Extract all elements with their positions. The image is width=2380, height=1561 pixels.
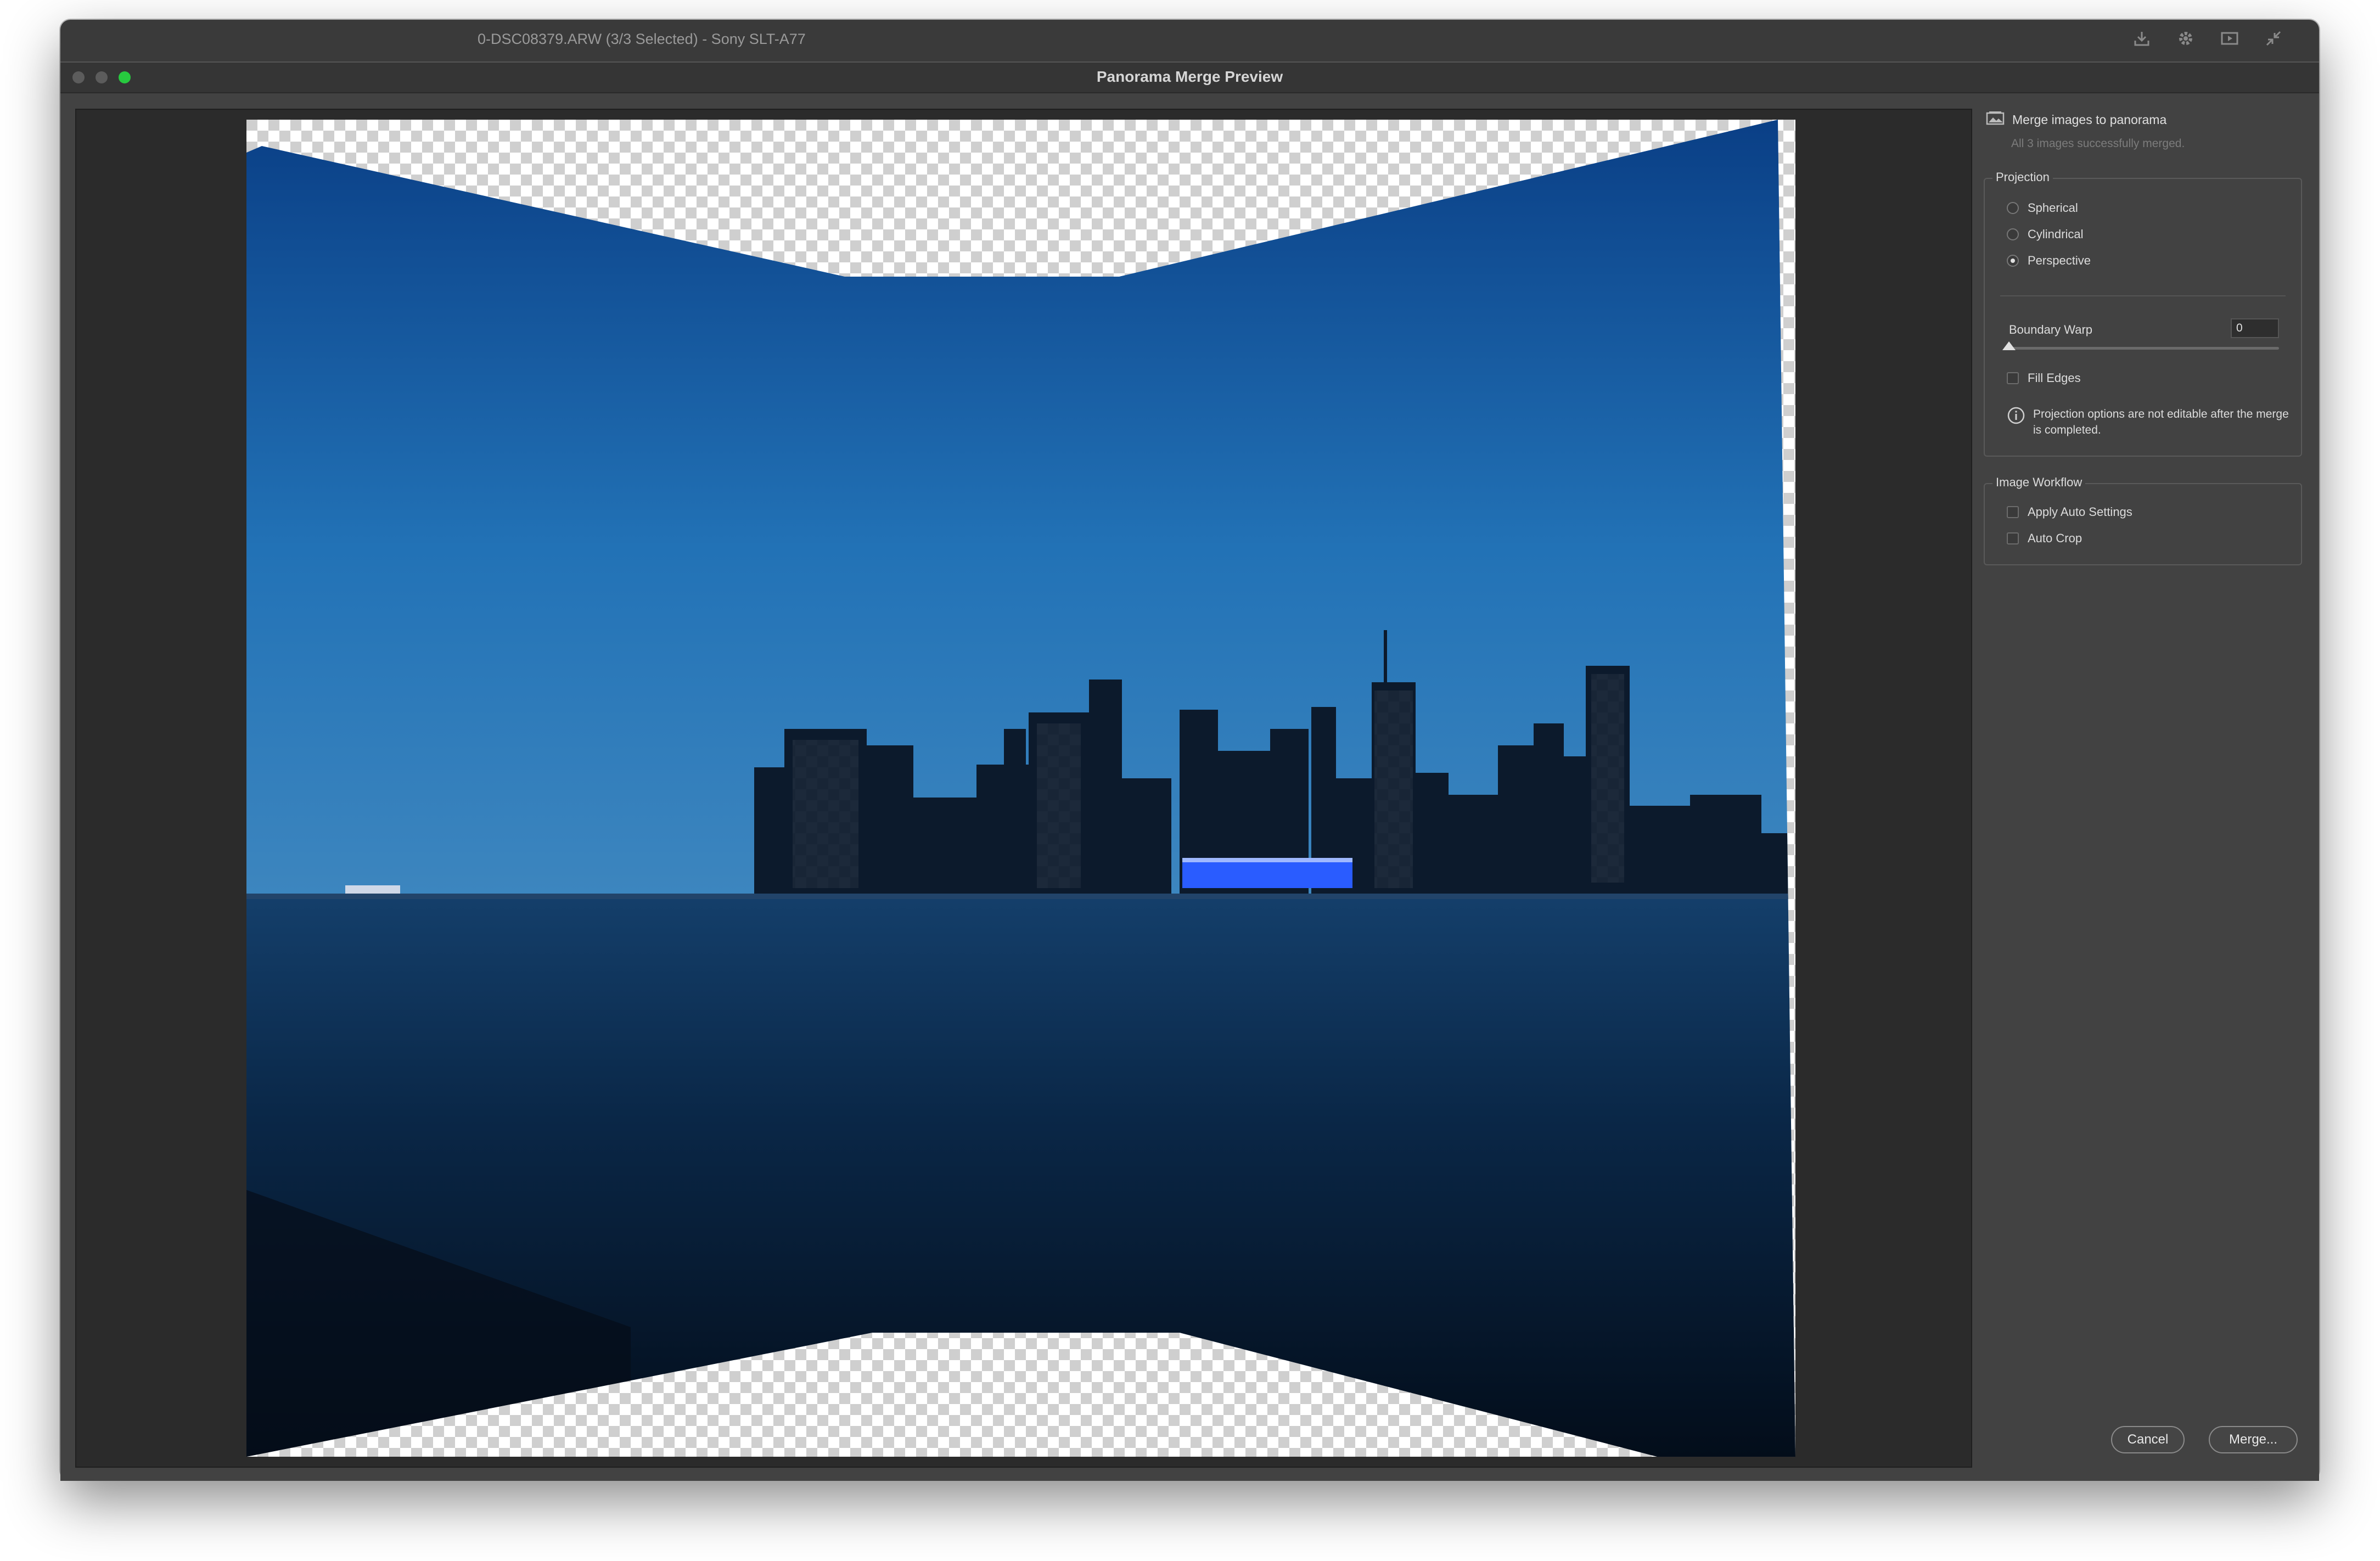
projection-legend: Projection — [1992, 170, 2053, 184]
cylindrical-radio[interactable] — [2007, 228, 2019, 240]
boundary-warp-slider[interactable] — [2009, 347, 2279, 350]
fill-edges-option[interactable]: Fill Edges — [2007, 371, 2081, 385]
projection-group: Projection Spherical Cylindrical Perspec… — [1984, 170, 2302, 457]
auto-crop-checkbox[interactable] — [2007, 532, 2019, 544]
auto-crop-option[interactable]: Auto Crop — [2007, 531, 2082, 546]
perspective-radio[interactable] — [2007, 255, 2019, 267]
panorama-merge-dialog: Panorama Merge Preview Merge images to p… — [60, 61, 2319, 1481]
cancel-button[interactable]: Cancel — [2111, 1426, 2185, 1453]
panorama-preview-image — [246, 120, 1795, 1457]
panel-header-title: Merge images to panorama — [2012, 113, 2167, 127]
boundary-warp-input[interactable]: 0 — [2231, 318, 2279, 338]
dialog-titlebar: Panorama Merge Preview — [60, 63, 2319, 93]
image-workflow-group: Image Workflow Apply Auto Settings Auto … — [1984, 475, 2302, 565]
dialog-title: Panorama Merge Preview — [1096, 68, 1283, 85]
image-workflow-legend: Image Workflow — [1992, 475, 2086, 490]
fill-edges-label: Fill Edges — [2028, 371, 2081, 385]
info-icon — [2007, 406, 2025, 438]
projection-info: Projection options are not editable afte… — [2007, 406, 2297, 438]
projection-info-text: Projection options are not editable afte… — [2033, 408, 2289, 436]
apply-auto-settings-label: Apply Auto Settings — [2028, 505, 2132, 519]
projection-option-spherical[interactable]: Spherical — [2007, 201, 2078, 215]
projection-option-perspective[interactable]: Perspective — [2007, 254, 2091, 268]
fill-edges-checkbox[interactable] — [2007, 372, 2019, 384]
download-icon[interactable] — [2132, 29, 2152, 48]
settings-panel: Merge images to panorama All 3 images su… — [1982, 109, 2305, 1470]
merge-status: All 3 images successfully merged. — [2011, 137, 2185, 150]
panorama-icon — [1986, 111, 2005, 129]
collapse-icon[interactable] — [2264, 29, 2283, 48]
boundary-warp-label: Boundary Warp — [2009, 323, 2093, 336]
spherical-radio[interactable] — [2007, 202, 2019, 214]
panel-header: Merge images to panorama — [1986, 111, 2166, 129]
background-window-title: 0-DSC08379.ARW (3/3 Selected) - Sony SLT… — [478, 31, 806, 47]
slideshow-icon[interactable] — [2220, 29, 2239, 48]
boundary-warp-slider-thumb[interactable] — [2002, 341, 2016, 350]
perspective-label: Perspective — [2028, 254, 2091, 267]
merge-button[interactable]: Merge... — [2209, 1426, 2298, 1453]
background-toolbar — [2132, 29, 2283, 48]
preview-area — [75, 109, 1972, 1468]
gear-icon[interactable] — [2176, 29, 2196, 48]
spherical-label: Spherical — [2028, 201, 2078, 215]
apply-auto-settings-option[interactable]: Apply Auto Settings — [2007, 505, 2132, 519]
apply-auto-settings-checkbox[interactable] — [2007, 506, 2019, 518]
cylindrical-label: Cylindrical — [2028, 227, 2084, 241]
projection-option-cylindrical[interactable]: Cylindrical — [2007, 227, 2083, 242]
projection-divider — [2000, 295, 2286, 296]
auto-crop-label: Auto Crop — [2028, 531, 2082, 545]
